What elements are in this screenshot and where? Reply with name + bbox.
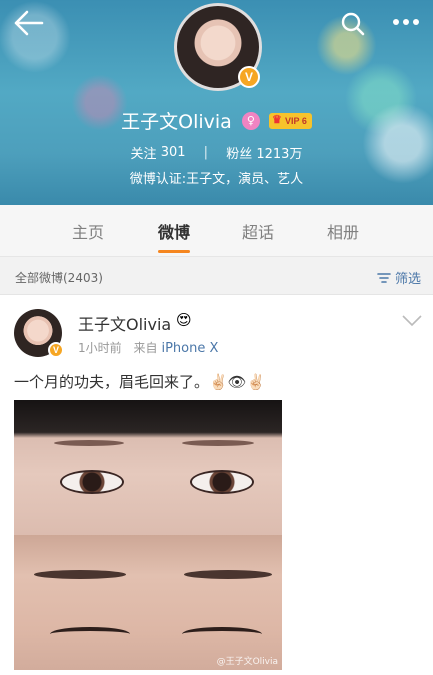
- post-time: 1小时前: [78, 341, 122, 355]
- profile-name: 王子文Olivia: [121, 111, 232, 133]
- fans-stat[interactable]: 粉丝 1213万: [226, 145, 303, 162]
- profile-name-row: 王子文Olivia ♀ VIP 6: [0, 107, 433, 133]
- post-author[interactable]: 王子文Olivia: [78, 311, 171, 335]
- fans-count: 1213万: [256, 147, 303, 162]
- follow-label: 关注: [130, 147, 157, 162]
- stats-divider: |: [203, 145, 209, 160]
- post-meta: 1小时前 来自 iPhone X: [78, 339, 218, 356]
- more-icon[interactable]: [392, 18, 420, 26]
- post-text: 一个月的功夫，眉毛回来了。✌🏻👁✌🏻: [14, 373, 266, 391]
- image-eye: [190, 470, 254, 494]
- gender-female-icon: ♀: [241, 111, 260, 130]
- post-source[interactable]: iPhone X: [161, 341, 218, 356]
- tab-home[interactable]: 主页: [72, 219, 104, 243]
- tab-weibo[interactable]: 微博: [158, 219, 190, 243]
- verification-text: 微博认证:王子文，演员、艺人: [129, 172, 304, 187]
- image-brow: [182, 440, 254, 446]
- verified-badge-icon: V: [238, 66, 260, 88]
- image-lashes: [50, 627, 130, 641]
- image-eye: [60, 470, 124, 494]
- tab-album[interactable]: 相册: [327, 219, 359, 243]
- follow-count: 301: [160, 145, 186, 160]
- profile-tabs: 主页 微博 超话 相册: [0, 205, 433, 257]
- image-lashes: [182, 627, 262, 641]
- filter-button[interactable]: 筛选: [377, 268, 421, 287]
- filter-icon: [377, 273, 391, 283]
- image-eyes-before: [14, 400, 282, 535]
- image-brow: [34, 570, 126, 579]
- back-arrow-icon[interactable]: [14, 10, 44, 36]
- image-brow: [54, 440, 124, 446]
- post-count: 全部微博(2403): [15, 271, 103, 285]
- active-tab-indicator: [158, 250, 190, 253]
- tab-supertopic[interactable]: 超话: [242, 219, 274, 243]
- search-icon[interactable]: [341, 12, 365, 36]
- chevron-down-icon[interactable]: [401, 314, 423, 328]
- profile-stats: 关注 301 | 粉丝 1213万: [0, 143, 433, 162]
- vip-badge[interactable]: VIP 6: [269, 112, 312, 129]
- follow-stat[interactable]: 关注 301: [130, 145, 190, 162]
- author-emoji-icon: 😍: [176, 311, 192, 329]
- profile-header: V 王子文Olivia ♀ VIP 6 关注 301 | 粉丝 1213万 微博…: [0, 0, 433, 205]
- post-image[interactable]: @王子文Olivia: [14, 400, 282, 670]
- filter-label: 筛选: [394, 272, 421, 287]
- post-card: V 王子文Olivia 😍 1小时前 来自 iPhone X 一个月的功夫，眉毛回…: [0, 296, 433, 675]
- image-brow: [184, 570, 272, 579]
- image-watermark: @王子文Olivia: [216, 657, 278, 667]
- image-hair: [14, 400, 282, 438]
- image-eyes-after: @王子文Olivia: [14, 535, 282, 670]
- filter-bar: 全部微博(2403) 筛选: [0, 257, 433, 295]
- fans-label: 粉丝: [226, 147, 253, 162]
- post-verified-badge-icon: V: [48, 342, 64, 358]
- post-source-prefix: 来自: [133, 341, 158, 355]
